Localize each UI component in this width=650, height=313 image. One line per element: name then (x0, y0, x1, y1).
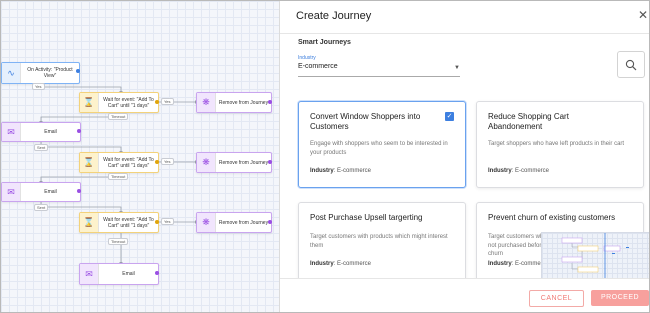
industry-select[interactable]: E-commerce ▼ (298, 63, 460, 77)
journey-card[interactable]: Reduce Shopping Cart Abandonement Target… (476, 101, 644, 188)
yes-tag: Yes (32, 83, 45, 90)
trigger-output-dot[interactable] (76, 69, 80, 73)
journey-canvas[interactable]: ∿ On Activity: "Product View" Yes ⌛ Wait… (1, 1, 279, 312)
gear-icon: ❋ (197, 153, 216, 172)
yes-tag: Yes (161, 158, 174, 165)
remove-label: Remove from Journey (218, 99, 269, 106)
wait-label: Wait for event: "Add To Cart" until "1 d… (103, 216, 154, 229)
email-output-dot[interactable] (155, 271, 159, 275)
yes-tag: Yes (161, 98, 174, 105)
panel-title: Create Journey (296, 10, 372, 22)
email-output-dot[interactable] (77, 189, 81, 193)
app-frame: ∿ On Activity: "Product View" Yes ⌛ Wait… (0, 0, 650, 313)
wait-output-dot[interactable] (155, 100, 159, 104)
sent-tag: Sent (34, 204, 49, 211)
card-title: Prevent churn of existing customers (488, 213, 616, 222)
card-industry: Industry: E-commerce (310, 261, 372, 267)
section-title: Smart Journeys (298, 39, 351, 46)
search-button[interactable] (617, 51, 645, 78)
gear-icon: ❋ (197, 213, 216, 232)
remove-label: Remove from Journey (218, 159, 269, 166)
industry-label: Industry (298, 55, 316, 61)
wait-label: Wait for event: "Add To Cart" until "1 d… (103, 96, 154, 109)
wait-node[interactable]: ⌛ Wait for event: "Add To Cart" until "1… (79, 212, 159, 233)
envelope-icon: ✉ (2, 123, 21, 141)
close-icon[interactable]: ✕ (638, 8, 648, 22)
envelope-icon: ✉ (2, 183, 21, 201)
remove-output-dot[interactable] (268, 100, 272, 104)
envelope-icon: ✉ (80, 264, 99, 284)
remove-node[interactable]: ❋ Remove from Journey (196, 212, 272, 233)
sent-tag: Sent (34, 144, 49, 151)
card-description: Target shoppers who have left products i… (488, 141, 625, 147)
email-label: Email (44, 129, 57, 135)
card-industry: Industry: E-commerce (488, 168, 550, 174)
hourglass-icon: ⌛ (80, 93, 99, 112)
wait-node[interactable]: ⌛ Wait for event: "Add To Cart" until "1… (79, 152, 159, 173)
proceed-button[interactable]: PROCEED (591, 290, 649, 306)
card-description: Engage with shoppers who seem to be inte… (310, 141, 448, 156)
timeout-tag: Timeout (108, 173, 129, 180)
email-output-dot[interactable] (77, 129, 81, 133)
caret-down-icon: ▼ (454, 65, 460, 71)
trigger-label: On Activity: "Product View" (27, 67, 73, 79)
trigger-node[interactable]: ∿ On Activity: "Product View" (1, 62, 80, 84)
timeout-tag: Timeout (108, 113, 129, 120)
gear-icon: ❋ (197, 93, 216, 112)
industry-value: E-commerce (298, 63, 338, 70)
journey-card[interactable]: Post Purchase Upsell targerting Target c… (298, 202, 466, 289)
email-label: Email (122, 271, 135, 277)
card-industry: Industry: E-commerce (488, 261, 550, 267)
email-label: Email (44, 189, 57, 195)
card-title: Reduce Shopping Cart Abandonement (488, 112, 569, 131)
email-node[interactable]: ✉ Email (1, 122, 81, 142)
remove-node[interactable]: ❋ Remove from Journey (196, 92, 272, 113)
create-journey-panel: Create Journey ✕ Smart Journeys Industry… (279, 1, 649, 312)
timeout-tag: Timeout (108, 238, 129, 245)
card-title: Convert Window Shoppers into Customers (310, 112, 421, 131)
search-icon (625, 59, 637, 70)
panel-footer: CANCEL PROCEED (280, 278, 649, 312)
wait-output-dot[interactable] (155, 220, 159, 224)
wait-node[interactable]: ⌛ Wait for event: "Add To Cart" until "1… (79, 92, 159, 113)
journey-card[interactable]: Convert Window Shoppers into Customers ✓… (298, 101, 466, 188)
wait-output-dot[interactable] (155, 160, 159, 164)
email-node[interactable]: ✉ Email (1, 182, 81, 202)
selected-checkbox[interactable]: ✓ (445, 112, 454, 121)
card-industry: Industry: E-commerce (310, 168, 372, 174)
remove-node[interactable]: ❋ Remove from Journey (196, 152, 272, 173)
remove-output-dot[interactable] (268, 220, 272, 224)
remove-output-dot[interactable] (268, 160, 272, 164)
card-title: Post Purchase Upsell targerting (310, 213, 423, 222)
hourglass-icon: ⌛ (80, 213, 99, 232)
cancel-button[interactable]: CANCEL (529, 290, 584, 307)
wait-label: Wait for event: "Add To Cart" until "1 d… (103, 156, 154, 169)
hourglass-icon: ⌛ (80, 153, 99, 172)
remove-label: Remove from Journey (218, 219, 269, 226)
panel-header: Create Journey ✕ (280, 1, 649, 34)
card-description: Target customers with products which mig… (310, 234, 448, 249)
activity-icon: ∿ (2, 63, 21, 83)
email-node[interactable]: ✉ Email (79, 263, 159, 285)
yes-tag: Yes (161, 218, 174, 225)
